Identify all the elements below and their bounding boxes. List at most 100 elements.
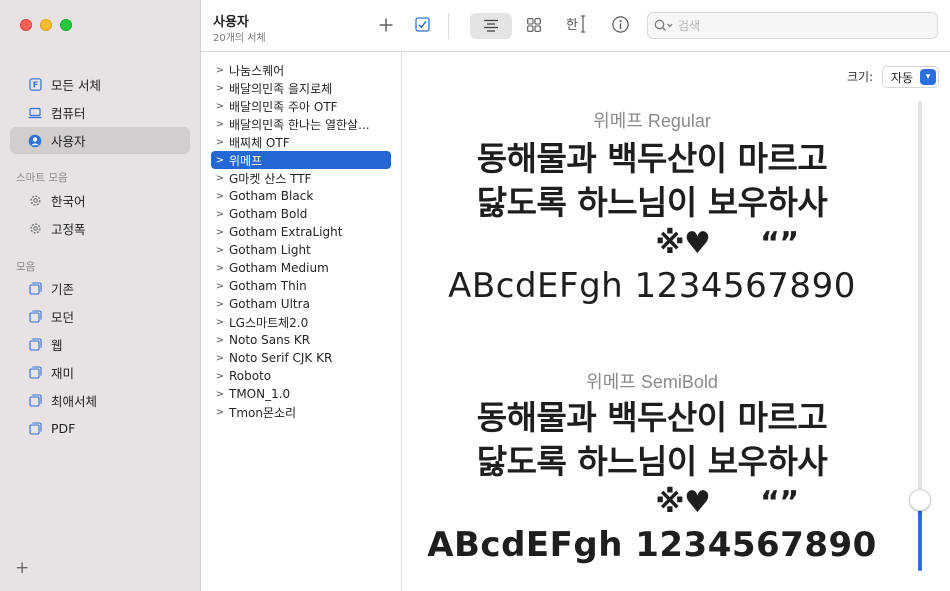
disclosure-chevron-icon[interactable]: >	[211, 371, 229, 382]
font-list-item[interactable]: > Gotham Light	[211, 241, 391, 259]
disclosure-chevron-icon[interactable]: >	[211, 209, 229, 220]
font-list-item[interactable]: > Tmon몬소리	[211, 403, 391, 421]
sidebar-item-label: 최애서체	[51, 394, 98, 409]
sidebar-item-favorites[interactable]: 최애서체	[10, 387, 190, 414]
minimize-window-button[interactable]	[40, 19, 52, 31]
sidebar-item-pdf[interactable]: PDF	[10, 415, 190, 442]
info-icon	[611, 15, 629, 37]
collection-icon	[28, 282, 42, 296]
font-list-item[interactable]: > Gotham Bold	[211, 205, 391, 223]
disclosure-chevron-icon[interactable]: >	[211, 191, 229, 202]
disclosure-chevron-icon[interactable]: >	[211, 263, 229, 274]
window-controls	[20, 19, 72, 31]
font-list-item-label: Gotham Black	[229, 189, 314, 203]
disclosure-chevron-icon[interactable]: >	[211, 173, 229, 184]
plus-icon	[379, 17, 393, 36]
disclosure-chevron-icon[interactable]: >	[211, 65, 229, 76]
sidebar-item-label: 사용자	[51, 134, 86, 149]
font-list-item[interactable]: > Gotham Medium	[211, 259, 391, 277]
collection-icon	[28, 366, 42, 380]
sidebar: F 모든 서체 컴퓨터 사용자 스마트 모음 한국어 고정폭 모음 기존 모던 …	[0, 0, 201, 591]
sidebar-item-classic[interactable]: 기존	[10, 275, 190, 302]
disclosure-chevron-icon[interactable]: >	[211, 407, 229, 418]
font-list-item-label: TMON_1.0	[229, 387, 291, 401]
font-preview: 크기: 자동 ▾ 위메프 Regular 동해물과 백두산이 마르고 닳도록 하…	[402, 53, 950, 591]
disclosure-chevron-icon[interactable]: >	[211, 137, 229, 148]
add-collection-button[interactable]: +	[15, 560, 29, 577]
sidebar-item-computer[interactable]: 컴퓨터	[10, 99, 190, 126]
collection-icon	[28, 394, 42, 408]
font-list-item[interactable]: > 배달의민족 주아 OTF	[211, 97, 391, 115]
font-list-item-label: Gotham Bold	[229, 207, 308, 221]
font-list-item[interactable]: > 배달의민족 을지로체	[211, 79, 391, 97]
sidebar-item-monospace[interactable]: 고정폭	[10, 215, 190, 242]
font-list-item[interactable]: > Roboto	[211, 367, 391, 385]
glyph-view-button[interactable]: 한	[561, 13, 591, 39]
grid-icon	[527, 17, 541, 36]
sidebar-item-label: 모던	[51, 310, 75, 325]
font-list-item[interactable]: > Noto Sans KR	[211, 331, 391, 349]
font-list-item-label: Noto Sans KR	[229, 333, 311, 347]
disclosure-chevron-icon[interactable]: >	[211, 83, 229, 94]
font-list-item[interactable]: > 배달의민족 한나는 열한살...	[211, 115, 391, 133]
chevron-down-icon: ▾	[920, 69, 936, 85]
sample-line: ※♥ “”	[655, 226, 799, 261]
disclosure-chevron-icon[interactable]: >	[211, 353, 229, 364]
disclosure-chevron-icon[interactable]: >	[211, 119, 229, 130]
sample-line: 닳도록 하느님이 보우하사	[476, 442, 828, 481]
zoom-window-button[interactable]	[60, 19, 72, 31]
svg-text:F: F	[32, 81, 37, 90]
font-list-item-label: LG스마트체2.0	[229, 315, 309, 330]
font-list-item[interactable]: > Gotham Thin	[211, 277, 391, 295]
font-info-button[interactable]	[605, 13, 635, 39]
sidebar-item-all-fonts[interactable]: F 모든 서체	[10, 71, 190, 98]
size-select[interactable]: 자동 ▾	[882, 66, 939, 88]
svg-text:한: 한	[566, 18, 578, 33]
disclosure-chevron-icon[interactable]: >	[211, 299, 229, 310]
font-list-item[interactable]: > TMON_1.0	[211, 385, 391, 403]
collection-icon	[28, 338, 42, 352]
font-list-item[interactable]: > 나눔스퀘어	[211, 61, 391, 79]
sidebar-item-fun[interactable]: 재미	[10, 359, 190, 386]
sample-line: ABcdEFgh 1234567890	[448, 266, 856, 306]
font-list-item-label: Gotham Ultra	[229, 297, 310, 311]
sidebar-item-korean[interactable]: 한국어	[10, 187, 190, 214]
font-list-item-label: 배달의민족 주아 OTF	[229, 99, 338, 114]
sample-view-button[interactable]	[470, 13, 512, 39]
sidebar-item-label: 모든 서체	[51, 78, 101, 93]
font-list-item-label: Roboto	[229, 369, 272, 383]
font-list-item[interactable]: > Gotham ExtraLight	[211, 223, 391, 241]
font-list-item[interactable]: > LG스마트체2.0	[211, 313, 391, 331]
sidebar-item-label: PDF	[51, 421, 76, 436]
activate-font-button[interactable]	[409, 13, 435, 39]
disclosure-chevron-icon[interactable]: >	[211, 227, 229, 238]
font-list-item[interactable]: > 배찌체 OTF	[211, 133, 391, 151]
font-list-item-label: 배달의민족 을지로체	[229, 81, 333, 96]
sidebar-item-web[interactable]: 웹	[10, 331, 190, 358]
disclosure-chevron-icon[interactable]: >	[211, 281, 229, 292]
size-slider-thumb[interactable]	[909, 489, 931, 511]
checkbox-icon	[414, 16, 430, 36]
disclosure-chevron-icon[interactable]: >	[211, 245, 229, 256]
close-window-button[interactable]	[20, 19, 32, 31]
disclosure-chevron-icon[interactable]: >	[211, 317, 229, 328]
font-list-item[interactable]: > Gotham Ultra	[211, 295, 391, 313]
disclosure-chevron-icon[interactable]: >	[211, 335, 229, 346]
sidebar-item-user[interactable]: 사용자	[10, 127, 190, 154]
add-font-button[interactable]	[373, 13, 399, 39]
font-list-item[interactable]: > Gotham Black	[211, 187, 391, 205]
font-list-item-label: Gotham Thin	[229, 279, 307, 293]
font-list-item[interactable]: > Noto Serif CJK KR	[211, 349, 391, 367]
sidebar-item-label: 고정폭	[51, 222, 86, 237]
font-list-item[interactable]: > G마켓 산스 TTF	[211, 169, 391, 187]
disclosure-chevron-icon[interactable]: >	[211, 389, 229, 400]
font-list-item-label: 배달의민족 한나는 열한살...	[229, 117, 370, 132]
search-field[interactable]: 검색	[647, 12, 938, 39]
disclosure-chevron-icon[interactable]: >	[211, 155, 229, 166]
font-list-item-label: Gotham ExtraLight	[229, 225, 343, 239]
grid-view-button[interactable]	[519, 13, 549, 39]
font-list-item-label: G마켓 산스 TTF	[229, 171, 312, 186]
font-list-item[interactable]: > 위메프	[211, 151, 391, 169]
disclosure-chevron-icon[interactable]: >	[211, 101, 229, 112]
sidebar-item-modern[interactable]: 모던	[10, 303, 190, 330]
